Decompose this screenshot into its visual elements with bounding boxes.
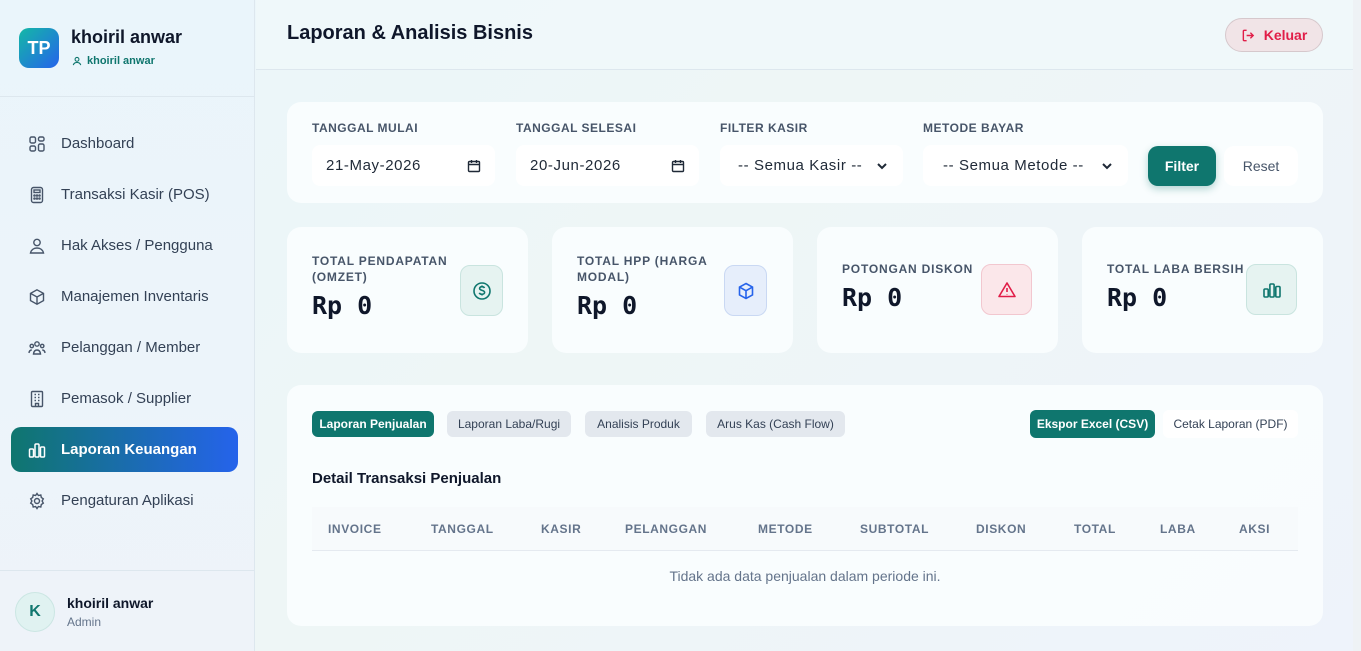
- sidebar-item-label: Pelanggan / Member: [61, 339, 201, 356]
- gear-icon: [28, 491, 46, 510]
- sidebar-item-label: Hak Akses / Pengguna: [61, 237, 213, 254]
- payment-method-select[interactable]: -- Semua Metode --: [923, 145, 1128, 186]
- cashier-select[interactable]: -- Semua Kasir --: [720, 145, 903, 186]
- filter-panel: TANGGAL MULAI 21-May-2026 TANGGAL SELESA…: [287, 102, 1323, 203]
- sidebar-nav: Dashboard Transaksi Kasir (POS) Hak Akse…: [11, 121, 238, 529]
- sidebar-item-label: Pengaturan Aplikasi: [61, 492, 194, 509]
- end-date-value: 20-Jun-2026: [530, 157, 621, 174]
- report-panel: Laporan Penjualan Laporan Laba/Rugi Anal…: [287, 385, 1323, 626]
- payment-method-value: -- Semua Metode --: [943, 157, 1084, 174]
- column-header[interactable]: DISKON: [976, 522, 1026, 536]
- tab-sales-report[interactable]: Laporan Penjualan: [312, 411, 434, 437]
- column-header[interactable]: TOTAL: [1074, 522, 1116, 536]
- sidebar-item-label: Transaksi Kasir (POS): [61, 186, 210, 203]
- stat-label: TOTAL HPP (HARGA MODAL): [577, 254, 708, 284]
- calendar-icon: [467, 159, 481, 172]
- stat-card-net-profit: TOTAL LABA BERSIH Rp 0: [1082, 227, 1323, 353]
- stat-card-discount: POTONGAN DISKON Rp 0: [817, 227, 1058, 353]
- avatar: K: [15, 592, 55, 632]
- calculator-icon: [28, 186, 46, 204]
- user-profile[interactable]: K khoiril anwar Admin: [0, 570, 255, 651]
- start-date-label: TANGGAL MULAI: [312, 121, 419, 135]
- stat-value: Rp 0: [577, 291, 638, 320]
- cashier-filter-label: FILTER KASIR: [720, 121, 808, 135]
- column-header[interactable]: PELANGGAN: [625, 522, 707, 536]
- stat-value: Rp 0: [312, 291, 373, 320]
- stat-label: TOTAL LABA BERSIH: [1107, 262, 1245, 276]
- payment-method-label: METODE BAYAR: [923, 121, 1024, 135]
- start-date-value: 21-May-2026: [326, 157, 421, 174]
- brand-name: khoiril anwar: [71, 27, 183, 47]
- logout-label: Keluar: [1263, 27, 1308, 43]
- cashier-select-value: -- Semua Kasir --: [738, 157, 863, 174]
- tab-product-analysis[interactable]: Analisis Produk: [585, 411, 692, 437]
- sidebar-item-label: Dashboard: [61, 135, 135, 152]
- brand-logo: TP: [19, 28, 59, 68]
- column-header[interactable]: LABA: [1160, 522, 1196, 536]
- box-icon: [28, 288, 46, 306]
- table-header: INVOICE TANGGAL KASIR PELANGGAN METODE S…: [312, 507, 1298, 551]
- column-header[interactable]: INVOICE: [328, 522, 382, 536]
- sidebar-item-members[interactable]: Pelanggan / Member: [11, 325, 238, 370]
- building-icon: [28, 390, 46, 408]
- sidebar-item-dashboard[interactable]: Dashboard: [11, 121, 238, 166]
- export-excel-button[interactable]: Ekspor Excel (CSV): [1030, 410, 1155, 438]
- topbar: Laporan & Analisis Bisnis Keluar: [256, 0, 1361, 70]
- stat-card-cogs: TOTAL HPP (HARGA MODAL) Rp 0: [552, 227, 793, 353]
- sidebar-item-pos[interactable]: Transaksi Kasir (POS): [11, 172, 238, 217]
- column-header[interactable]: METODE: [758, 522, 813, 536]
- sidebar-item-reports[interactable]: Laporan Keuangan: [11, 427, 238, 472]
- user-role: Admin: [67, 615, 102, 629]
- column-header[interactable]: KASIR: [541, 522, 581, 536]
- sidebar-item-inventory[interactable]: Manajemen Inventaris: [11, 274, 238, 319]
- stat-value: Rp 0: [842, 283, 903, 312]
- grid-icon: [28, 135, 46, 153]
- sidebar-item-label: Pemasok / Supplier: [61, 390, 192, 407]
- reset-button[interactable]: Reset: [1224, 146, 1298, 186]
- chart-icon: [28, 441, 46, 459]
- logout-icon: [1242, 29, 1254, 41]
- chevron-down-icon: [1102, 162, 1112, 169]
- page-title: Laporan & Analisis Bisnis: [287, 22, 533, 44]
- group-icon: [28, 339, 46, 357]
- end-date-input[interactable]: 20-Jun-2026: [516, 145, 699, 186]
- sidebar-item-suppliers[interactable]: Pemasok / Supplier: [11, 376, 238, 421]
- sidebar-item-users[interactable]: Hak Akses / Pengguna: [11, 223, 238, 268]
- table-title: Detail Transaksi Penjualan: [312, 470, 502, 487]
- sidebar-item-label: Manajemen Inventaris: [61, 288, 209, 305]
- column-header[interactable]: AKSI: [1239, 522, 1270, 536]
- dollar-icon: [460, 265, 503, 316]
- column-header[interactable]: TANGGAL: [431, 522, 494, 536]
- brand-header: TP khoiril anwar khoiril anwar: [0, 0, 254, 97]
- stat-label: TOTAL PENDAPATAN (OMZET): [312, 254, 448, 284]
- sidebar-item-settings[interactable]: Pengaturan Aplikasi: [11, 478, 238, 523]
- tab-cash-flow[interactable]: Arus Kas (Cash Flow): [706, 411, 845, 437]
- chevron-down-icon: [877, 162, 887, 169]
- end-date-label: TANGGAL SELESAI: [516, 121, 637, 135]
- start-date-input[interactable]: 21-May-2026: [312, 145, 495, 186]
- sidebar-item-label: Laporan Keuangan: [61, 441, 197, 458]
- brand-subtitle-text: khoiril anwar: [87, 55, 155, 67]
- users-icon: [28, 237, 46, 255]
- bar-chart-icon: [1246, 264, 1297, 315]
- calendar-icon: [671, 159, 685, 172]
- stat-label: POTONGAN DISKON: [842, 262, 974, 276]
- user-name: khoiril anwar: [67, 595, 154, 611]
- sidebar: TP khoiril anwar khoiril anwar Dashboard…: [0, 0, 255, 651]
- column-header[interactable]: SUBTOTAL: [860, 522, 929, 536]
- filter-button[interactable]: Filter: [1148, 146, 1216, 186]
- stat-card-revenue: TOTAL PENDAPATAN (OMZET) Rp 0: [287, 227, 528, 353]
- warning-icon: [981, 264, 1032, 315]
- logout-button[interactable]: Keluar: [1225, 18, 1323, 52]
- print-pdf-button[interactable]: Cetak Laporan (PDF): [1163, 410, 1298, 438]
- stat-value: Rp 0: [1107, 283, 1168, 312]
- cube-icon: [724, 265, 767, 316]
- brand-subtitle: khoiril anwar: [72, 55, 155, 67]
- page-scrollbar[interactable]: [1353, 0, 1361, 651]
- empty-state-message: Tidak ada data penjualan dalam periode i…: [669, 568, 941, 584]
- tab-profit-loss[interactable]: Laporan Laba/Rugi: [447, 411, 571, 437]
- user-icon: [72, 56, 82, 66]
